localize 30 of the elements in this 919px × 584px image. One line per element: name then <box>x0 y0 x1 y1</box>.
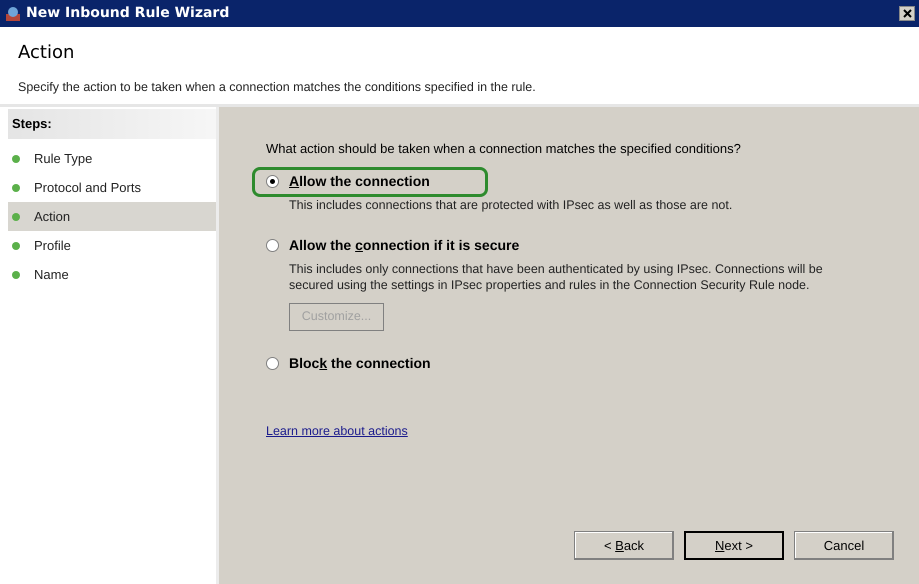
step-item[interactable]: Action <box>8 202 216 231</box>
page-title: Action <box>18 41 76 65</box>
step-item[interactable]: Name <box>8 260 216 289</box>
radio-button[interactable] <box>266 175 279 188</box>
close-button[interactable] <box>899 6 915 21</box>
question-text: What action should be taken when a connection matches the specified conditions? <box>266 140 742 158</box>
step-bullet-icon <box>12 242 20 250</box>
step-item[interactable]: Rule Type <box>8 144 216 173</box>
wizard-button[interactable]: Next > <box>684 531 784 560</box>
option-label[interactable]: Allow the connection <box>289 171 430 192</box>
option-description: This includes connections that are protected with IPsec as well as those are not. <box>289 196 734 212</box>
steps-heading: Steps: <box>8 109 216 139</box>
wizard-button[interactable]: Cancel <box>794 531 894 560</box>
learn-more-link[interactable]: Learn more about actions <box>266 424 408 438</box>
option-label[interactable]: Allow the connection if it is secure <box>289 235 520 256</box>
step-item[interactable]: Profile <box>8 231 216 260</box>
step-bullet-icon <box>12 212 20 220</box>
option-description: This includes only connections that have been authenticated by using IPsec. Connections will be secured using the settings in IPsec properties and rules in the Connection Security Rule node. <box>289 260 824 292</box>
firewall-icon <box>4 4 22 22</box>
step-bullet-icon <box>12 184 20 192</box>
step-bullet-icon <box>12 270 20 278</box>
page-description: Specify the action to be taken when a connection matches the conditions specified in the rule. <box>18 79 537 96</box>
window-title: New Inbound Rule Wizard <box>26 4 230 23</box>
close-icon <box>902 9 912 18</box>
step-item[interactable]: Protocol and Ports <box>8 173 216 202</box>
option-label[interactable]: Block the connection <box>289 353 431 374</box>
radio-button[interactable] <box>266 239 279 252</box>
wizard-button[interactable]: < Back <box>574 531 674 560</box>
step-bullet-icon <box>12 154 20 162</box>
radio-button[interactable] <box>266 357 279 370</box>
